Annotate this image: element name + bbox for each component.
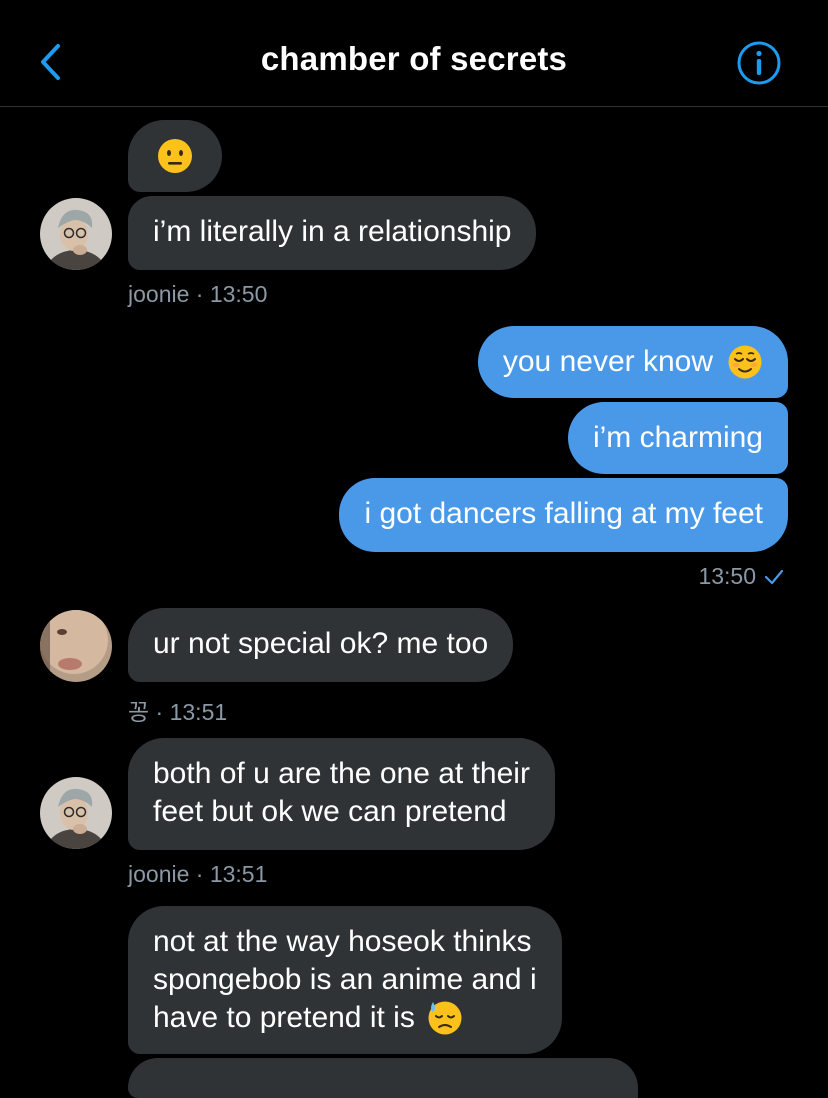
message-bubble[interactable]: both of u are the one at their feet but … xyxy=(128,738,555,850)
outgoing-message-bubble[interactable]: i got dancers falling at my feet xyxy=(339,478,788,552)
outgoing-message-bubble[interactable]: i’m charming xyxy=(567,402,788,474)
neutral-face-emoji xyxy=(158,139,192,173)
message-time: 13:50 xyxy=(698,563,784,590)
conversation-title: chamber of secrets xyxy=(260,40,568,77)
message-line: feet but ok we can pretend xyxy=(153,795,507,828)
avatar-user[interactable] xyxy=(40,610,112,682)
message-line: have to pretend it is xyxy=(153,999,537,1037)
message-line: not at the way hoseok thinks xyxy=(153,925,532,958)
message-text: you never know xyxy=(502,345,713,378)
message-bubble[interactable]: ur not special ok? me too xyxy=(128,608,514,682)
message-meta: joonie · 13:50 xyxy=(128,281,268,307)
message-bubble-emoji[interactable] xyxy=(128,120,222,192)
message-bubble-partial[interactable] xyxy=(128,1058,638,1098)
message-line: spongebob is an anime and i xyxy=(153,963,537,996)
message-bubble[interactable]: i’m literally in a relationship xyxy=(128,196,537,270)
message-bubble[interactable]: not at the way hoseok thinks spongebob i… xyxy=(128,906,562,1054)
info-button[interactable] xyxy=(736,40,782,86)
message-meta: joonie · 13:51 xyxy=(128,861,268,887)
downcast-sweat-emoji xyxy=(428,1001,462,1035)
message-line: both of u are the one at their xyxy=(153,757,530,790)
avatar-joonie[interactable] xyxy=(40,198,112,270)
avatar-joonie[interactable] xyxy=(40,777,112,849)
info-icon xyxy=(737,41,781,85)
message-text: ur not special ok? me too xyxy=(153,627,489,660)
sent-check-icon xyxy=(764,569,784,584)
message-meta: 꽁 · 13:51 xyxy=(128,699,228,725)
message-text: i got dancers falling at my feet xyxy=(364,497,763,530)
outgoing-message-bubble[interactable]: you never know xyxy=(477,326,788,398)
message-text: i’m charming xyxy=(592,421,763,454)
relieved-face-emoji xyxy=(728,345,762,379)
message-text: i’m literally in a relationship xyxy=(153,215,512,248)
conversation-header: chamber of secrets xyxy=(0,0,828,107)
